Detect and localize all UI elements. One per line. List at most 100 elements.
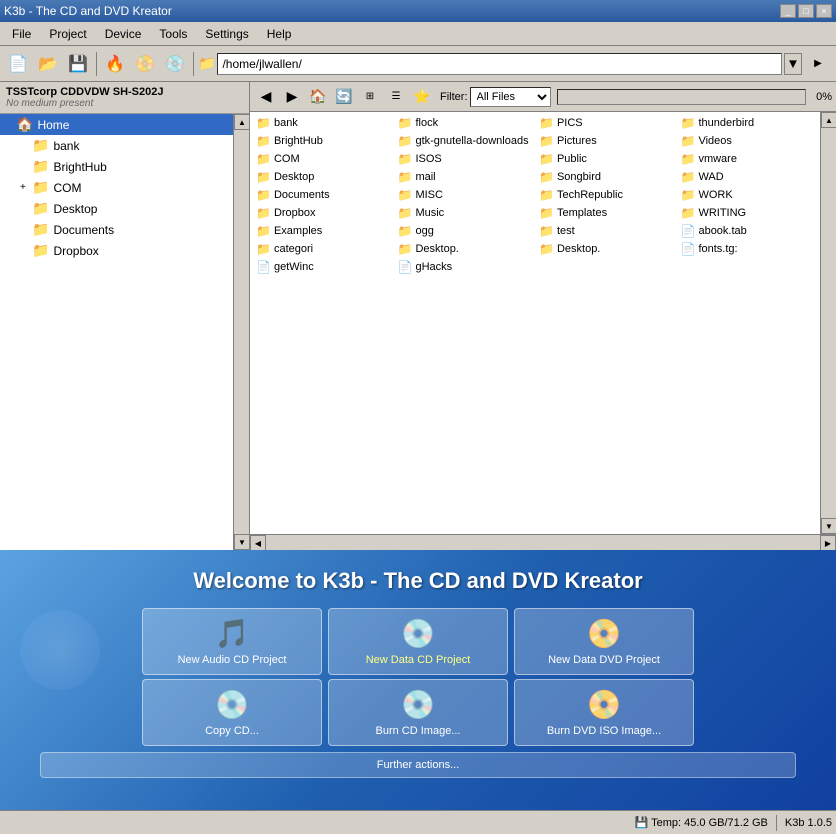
menu-device[interactable]: Device — [97, 25, 150, 43]
file-item[interactable]: 📄getWinc — [252, 258, 394, 276]
toolbar-sep2 — [193, 52, 194, 76]
new-data-cd-button[interactable]: 💿 New Data CD Project — [328, 608, 508, 675]
view-icons-button[interactable]: ⊞ — [358, 85, 382, 109]
file-item[interactable]: 📁Desktop. — [394, 240, 536, 258]
file-item[interactable]: 📁categori — [252, 240, 394, 258]
toolbar-dvd2-button[interactable]: 💿 — [161, 50, 189, 78]
folder-icon: 📁 — [539, 152, 554, 166]
tree-item-bank[interactable]: 📁 bank — [0, 135, 233, 156]
tree-item-documents[interactable]: 📁 Documents — [0, 219, 233, 240]
toolbar-dvd-button[interactable]: 📀 — [131, 50, 159, 78]
tree-item-home[interactable]: 🏠 Home — [0, 114, 233, 135]
h-scroll-left[interactable]: ◀ — [250, 535, 266, 550]
nav-reload-button[interactable]: 🔄 — [332, 85, 356, 109]
minimize-button[interactable]: _ — [780, 4, 796, 18]
folder-icon: 📁 — [539, 242, 554, 256]
main-area: TSSTcorp CDDVDW SH-S202J No medium prese… — [0, 82, 836, 550]
tree-item-brighthub[interactable]: 📁 BrightHub — [0, 156, 233, 177]
file-item[interactable]: 📁Pictures — [535, 132, 677, 150]
new-audio-cd-button[interactable]: 🎵 New Audio CD Project — [142, 608, 322, 675]
toolbar-save-button[interactable]: 💾 — [64, 50, 92, 78]
file-item[interactable]: 📁ISOS — [394, 150, 536, 168]
file-item[interactable]: 📁Songbird — [535, 168, 677, 186]
file-item[interactable]: 📁WORK — [677, 186, 819, 204]
file-item[interactable]: 📁gtk-gnutella-downloads — [394, 132, 536, 150]
view-list-button[interactable]: ☰ — [384, 85, 408, 109]
folder-icon: 📁 — [398, 116, 413, 130]
file-item[interactable]: 📁BrightHub — [252, 132, 394, 150]
file-item[interactable]: 📁MISC — [394, 186, 536, 204]
file-item[interactable]: 📁flock — [394, 114, 536, 132]
file-item[interactable]: 📁Public — [535, 150, 677, 168]
folder-icon: 📁 — [32, 158, 49, 175]
file-item[interactable]: 📁Dropbox — [252, 204, 394, 222]
scroll-track — [234, 130, 249, 534]
file-item[interactable]: 📁bank — [252, 114, 394, 132]
burn-dvd-iso-button[interactable]: 📀 Burn DVD ISO Image... — [514, 679, 694, 746]
file-item[interactable]: 📁test — [535, 222, 677, 240]
bookmark-button[interactable]: ⭐ — [410, 85, 434, 109]
file-scrollbar[interactable]: ▲ ▼ — [820, 112, 836, 534]
progress-bar-track — [557, 89, 807, 105]
filter-select[interactable]: All Files Audio Files Video Files Images — [470, 87, 551, 107]
folder-icon: 📁 — [681, 188, 696, 202]
scroll-up-button[interactable]: ▲ — [234, 114, 249, 130]
folder-icon: 📁 — [398, 152, 413, 166]
file-item[interactable]: 📁Examples — [252, 222, 394, 240]
welcome-title: Welcome to K3b - The CD and DVD Kreator — [0, 550, 836, 608]
file-item[interactable]: 📁TechRepublic — [535, 186, 677, 204]
further-actions-button[interactable]: Further actions... — [40, 752, 796, 778]
file-item[interactable]: 📄gHacks — [394, 258, 536, 276]
file-scroll-down[interactable]: ▼ — [821, 518, 836, 534]
menu-file[interactable]: File — [4, 25, 39, 43]
tree-item-dropbox[interactable]: 📁 Dropbox — [0, 240, 233, 261]
new-data-dvd-button[interactable]: 📀 New Data DVD Project — [514, 608, 694, 675]
h-scroll-right[interactable]: ▶ — [820, 535, 836, 550]
file-item[interactable]: 📁Desktop. — [535, 240, 677, 258]
file-item[interactable]: 📄abook.tab — [677, 222, 819, 240]
burn-dvd-label: Burn DVD ISO Image... — [547, 725, 661, 737]
maximize-button[interactable]: □ — [798, 4, 814, 18]
toolbar-burn-button[interactable]: 🔥 — [101, 50, 129, 78]
tree-scrollbar[interactable]: ▲ ▼ — [233, 114, 249, 550]
burn-cd-image-button[interactable]: 💿 Burn CD Image... — [328, 679, 508, 746]
burn-cd-label: Burn CD Image... — [376, 725, 461, 737]
file-item[interactable]: 📁WAD — [677, 168, 819, 186]
file-item[interactable]: 📁Videos — [677, 132, 819, 150]
file-item[interactable]: 📁thunderbird — [677, 114, 819, 132]
menu-tools[interactable]: Tools — [151, 25, 195, 43]
file-scroll-up[interactable]: ▲ — [821, 112, 836, 128]
file-item[interactable]: 📁WRITING — [677, 204, 819, 222]
path-dropdown-button[interactable]: ▼ — [784, 53, 802, 75]
folder-icon: 📁 — [256, 188, 271, 202]
folder-icon: 📁 — [539, 116, 554, 130]
tree-item-com[interactable]: + 📁 COM — [0, 177, 233, 198]
folder-icon: 📁 — [539, 134, 554, 148]
nav-forward-button[interactable]: ▶ — [280, 85, 304, 109]
menu-project[interactable]: Project — [41, 25, 94, 43]
close-button[interactable]: × — [816, 4, 832, 18]
nav-home-button[interactable]: 🏠 — [306, 85, 330, 109]
file-item[interactable]: 📁PICS — [535, 114, 677, 132]
file-item[interactable]: 📁vmware — [677, 150, 819, 168]
path-input[interactable] — [217, 53, 782, 75]
file-item[interactable]: 📁Desktop — [252, 168, 394, 186]
file-item[interactable]: 📁ogg — [394, 222, 536, 240]
menu-settings[interactable]: Settings — [197, 25, 256, 43]
file-item[interactable]: 📄fonts.tg: — [677, 240, 819, 258]
folder-icon: 📁 — [539, 170, 554, 184]
file-item[interactable]: 📁Templates — [535, 204, 677, 222]
menu-help[interactable]: Help — [259, 25, 300, 43]
tree-item-desktop[interactable]: 📁 Desktop — [0, 198, 233, 219]
copy-cd-button[interactable]: 💿 Copy CD... — [142, 679, 322, 746]
file-item[interactable]: 📁COM — [252, 150, 394, 168]
file-item[interactable]: 📁Music — [394, 204, 536, 222]
folder-icon: 📁 — [398, 188, 413, 202]
path-go-button[interactable]: ▶ — [804, 50, 832, 78]
toolbar-new-button[interactable]: 📄 — [4, 50, 32, 78]
file-item[interactable]: 📁mail — [394, 168, 536, 186]
nav-back-button[interactable]: ◀ — [254, 85, 278, 109]
file-item[interactable]: 📁Documents — [252, 186, 394, 204]
scroll-down-button[interactable]: ▼ — [234, 534, 249, 550]
toolbar-open-button[interactable]: 📂 — [34, 50, 62, 78]
